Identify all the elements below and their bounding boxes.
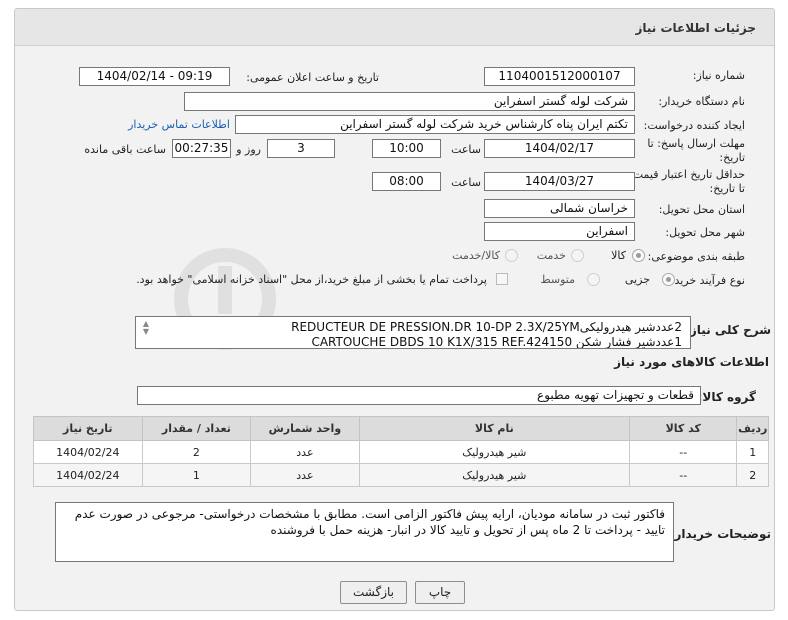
buyer-org-field[interactable]: شرکت لوله گستر اسفراین bbox=[184, 92, 635, 111]
price-validity-label-1: حداقل تاریخ اعتبار قیمت: bbox=[629, 168, 745, 181]
cell-need-date: 1404/02/24 bbox=[33, 463, 143, 487]
cell-quantity: 1 bbox=[141, 463, 252, 487]
need-number-field[interactable]: 1104001512000107 bbox=[484, 67, 635, 86]
reply-deadline-label-1: مهلت ارسال پاسخ: تا bbox=[647, 137, 745, 150]
city-label: شهر محل تحویل: bbox=[665, 226, 745, 239]
table-header-row: ردیف کد کالا نام کالا واحد شمارش تعداد /… bbox=[33, 416, 769, 441]
overall-desc-label: شرح کلی نیاز: bbox=[685, 323, 771, 337]
back-button[interactable]: بازگشت bbox=[340, 581, 407, 604]
price-validity-time-label: ساعت bbox=[451, 176, 481, 189]
table-row[interactable]: 1 -- شیر هیدرولیک عدد 2 1404/02/24 bbox=[33, 440, 769, 464]
cell-quantity: 2 bbox=[141, 440, 252, 464]
remaining-days-field[interactable]: 3 bbox=[267, 139, 335, 158]
category-option-goods: کالا bbox=[611, 249, 626, 262]
category-label: طبقه بندی موضوعی: bbox=[647, 250, 745, 263]
process-radio-minor[interactable] bbox=[662, 273, 675, 286]
category-radio-goods[interactable] bbox=[632, 249, 645, 262]
announce-datetime-field[interactable]: 1404/02/14 - 09:19 bbox=[79, 67, 230, 86]
remaining-days-label: روز و bbox=[236, 143, 261, 156]
textarea-scroll-icon[interactable]: ▲ ▼ bbox=[140, 320, 152, 336]
province-label: استان محل تحویل: bbox=[658, 203, 745, 216]
buyer-notes-label: توضیحات خریدار: bbox=[669, 527, 771, 541]
goods-group-field[interactable]: قطعات و تجهیزات تهویه مطبوع bbox=[137, 386, 701, 405]
reply-deadline-time-field[interactable]: 10:00 bbox=[372, 139, 441, 158]
category-option-goods-service: کالا/خدمت bbox=[452, 249, 500, 262]
process-option-medium: متوسط bbox=[540, 273, 575, 286]
page-title: جزئیات اطلاعات نیاز bbox=[635, 21, 756, 35]
goods-info-title: اطلاعات کالاهای مورد نیاز bbox=[614, 355, 769, 369]
col-quantity: تعداد / مقدار bbox=[141, 416, 252, 441]
cell-unit: عدد bbox=[250, 463, 360, 487]
panel-header: جزئیات اطلاعات نیاز bbox=[15, 9, 774, 46]
category-radio-goods-service[interactable] bbox=[505, 249, 518, 262]
cell-name: شیر هیدرولیک bbox=[358, 463, 630, 487]
col-code: کد کالا bbox=[628, 416, 738, 441]
purchase-process-label: نوع فرآیند خرید : bbox=[667, 274, 745, 287]
requester-label: ایجاد کننده درخواست: bbox=[643, 119, 745, 132]
process-radio-medium[interactable] bbox=[587, 273, 600, 286]
col-unit: واحد شمارش bbox=[250, 416, 360, 441]
reply-deadline-time-label: ساعت bbox=[451, 143, 481, 156]
category-option-service: خدمت bbox=[536, 249, 566, 262]
treasury-payment-checkbox[interactable] bbox=[496, 273, 508, 285]
process-option-minor: جزیی bbox=[624, 273, 650, 286]
price-validity-label-2: تا تاریخ: bbox=[709, 182, 745, 195]
treasury-payment-note: پرداخت تمام یا بخشی از مبلغ خرید،از محل … bbox=[136, 273, 487, 286]
table-row[interactable]: 2 -- شیر هیدرولیک عدد 1 1404/02/24 bbox=[33, 463, 769, 487]
province-field[interactable]: خراسان شمالی bbox=[484, 199, 635, 218]
cell-code: -- bbox=[628, 463, 738, 487]
city-field[interactable]: اسفراین bbox=[484, 222, 635, 241]
price-validity-time-field[interactable]: 08:00 bbox=[372, 172, 441, 191]
need-number-label: شماره نیاز: bbox=[692, 69, 745, 82]
overall-desc-textarea[interactable]: ▲ ▼ 2عددشیر هیدرولیکیREDUCTEUR DE PRESSIO… bbox=[135, 316, 691, 349]
cell-name: شیر هیدرولیک bbox=[358, 440, 630, 464]
remaining-time-label: ساعت باقی مانده bbox=[84, 143, 166, 156]
cell-row: 1 bbox=[736, 440, 769, 464]
cell-need-date: 1404/02/24 bbox=[33, 440, 143, 464]
remaining-time-field[interactable]: 00:27:35 bbox=[172, 139, 231, 158]
col-name: نام کالا bbox=[358, 416, 630, 441]
goods-group-label: گروه کالا: bbox=[697, 390, 756, 404]
buyer-org-label: نام دستگاه خریدار: bbox=[658, 95, 745, 108]
price-validity-date-field[interactable]: 1404/03/27 bbox=[484, 172, 635, 191]
buyer-notes-textarea[interactable]: فاکتور ثبت در سامانه مودیان، ارایه پیش ف… bbox=[55, 502, 674, 562]
requester-field[interactable]: تکتم ایران پناه کارشناس خرید شرکت لوله گ… bbox=[235, 115, 635, 134]
buyer-contact-link[interactable]: اطلاعات تماس خریدار bbox=[128, 118, 230, 131]
reply-deadline-date-field[interactable]: 1404/02/17 bbox=[484, 139, 635, 158]
print-button[interactable]: چاپ bbox=[415, 581, 465, 604]
reply-deadline-label-2: تاریخ: bbox=[719, 151, 745, 164]
cell-row: 2 bbox=[736, 463, 769, 487]
cell-code: -- bbox=[628, 440, 738, 464]
announce-datetime-label: تاریخ و ساعت اعلان عمومی: bbox=[246, 71, 379, 84]
overall-desc-line-2: 1عددشیر فشار شکن CARTOUCHE DBDS 10 K1X/3… bbox=[311, 335, 682, 349]
category-radio-service[interactable] bbox=[571, 249, 584, 262]
cell-unit: عدد bbox=[250, 440, 360, 464]
col-row: ردیف bbox=[736, 416, 769, 441]
goods-table: ردیف کد کالا نام کالا واحد شمارش تعداد /… bbox=[33, 416, 769, 487]
overall-desc-line-1: 2عددشیر هیدرولیکیREDUCTEUR DE PRESSION.D… bbox=[291, 320, 682, 334]
col-need-date: تاریخ نیاز bbox=[33, 416, 143, 441]
